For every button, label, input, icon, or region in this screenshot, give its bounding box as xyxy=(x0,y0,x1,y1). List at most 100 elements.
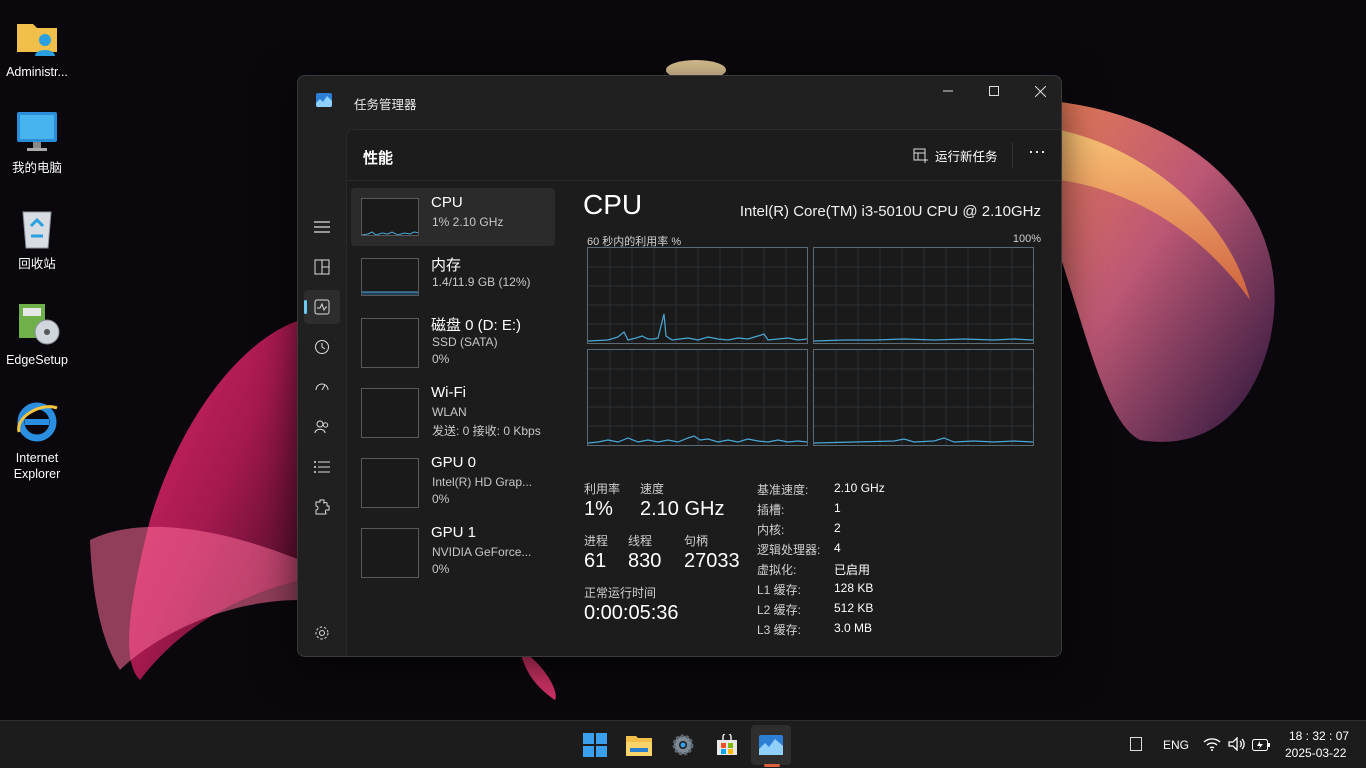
page-title: 性能 xyxy=(363,150,394,167)
spec-label: 基准速度: xyxy=(757,483,809,497)
more-options-button[interactable]: ··· xyxy=(1025,142,1049,166)
perf-item-title: 磁盘 0 (D: E:) xyxy=(431,317,522,334)
performance-page: 性能 运行新任务 ··· CPU 1% 2.10 GHz 内存 1.4/11.9… xyxy=(346,129,1061,656)
threads-label: 线程 xyxy=(628,534,653,548)
desktop-icon-administrator[interactable]: Administr... xyxy=(0,12,74,80)
spec-value: 3.0 MB xyxy=(834,621,873,635)
disk-thumbnail-graph xyxy=(361,318,419,368)
task-manager-window: 任务管理器 性能 运行新任务 ··· CPU 1% 2.10 GHz 内存 1.… xyxy=(297,75,1062,657)
perf-item-gpu0[interactable]: GPU 0 Intel(R) HD Grap... 0% xyxy=(351,448,555,508)
gpu0-thumbnail-graph xyxy=(361,458,419,508)
maximize-button[interactable] xyxy=(971,76,1017,106)
start-button[interactable] xyxy=(575,725,615,765)
clock-date[interactable]: 2025-03-22 xyxy=(1285,746,1346,760)
minimize-button[interactable] xyxy=(925,76,971,106)
task-manager-icon xyxy=(759,735,783,755)
notification-button[interactable] xyxy=(1130,737,1142,756)
spec-label: L3 缓存: xyxy=(757,623,802,637)
spec-value: 1 xyxy=(834,501,841,515)
cpu-model: Intel(R) Core(TM) i3-5010U CPU @ 2.10GHz xyxy=(739,203,1041,220)
speed-value: 2.10 GHz xyxy=(640,498,725,520)
installer-icon xyxy=(13,300,61,348)
desktop-icon-label: EdgeSetup xyxy=(6,353,68,367)
cpu-core-graph-1 xyxy=(587,247,808,344)
threads-value: 830 xyxy=(628,550,662,572)
perf-item-subtitle: NVIDIA GeForce... xyxy=(432,545,532,559)
perf-item-subtitle: 1.4/11.9 GB (12%) xyxy=(432,275,531,289)
settings-icon xyxy=(672,734,694,756)
processes-icon xyxy=(314,259,330,275)
nav-settings[interactable] xyxy=(304,616,340,650)
utilization-value: 1% xyxy=(584,498,613,520)
tray-battery[interactable] xyxy=(1252,738,1270,756)
spec-label: 逻辑处理器: xyxy=(757,543,821,557)
nav-app-history[interactable] xyxy=(304,330,340,364)
notification-icon xyxy=(1130,737,1142,751)
close-button[interactable] xyxy=(1017,76,1061,106)
tray-volume[interactable] xyxy=(1228,736,1246,756)
desktop-icon-edgesetup[interactable]: EdgeSetup xyxy=(0,300,74,368)
taskbar-settings[interactable] xyxy=(663,725,703,765)
perf-item-value: 0% xyxy=(432,562,450,576)
nav-details[interactable] xyxy=(304,450,340,484)
input-language[interactable]: ENG xyxy=(1163,738,1189,752)
nav-users[interactable] xyxy=(304,410,340,444)
nav-menu-button[interactable] xyxy=(304,210,340,244)
header-separator xyxy=(347,180,1061,181)
taskbar-store[interactable] xyxy=(707,725,747,765)
perf-item-gpu1[interactable]: GPU 1 NVIDIA GeForce... 0% xyxy=(351,518,555,578)
cpu-core-graph-2 xyxy=(813,247,1034,344)
nav-processes[interactable] xyxy=(304,250,340,284)
desktop-icon-recycle-bin[interactable]: 回收站 xyxy=(0,204,74,272)
cpu-core-graph-3 xyxy=(587,349,808,446)
spec-value: 512 KB xyxy=(834,601,874,615)
recycle-bin-icon xyxy=(13,204,61,252)
desktop-icon-internet-explorer[interactable]: Internet Explorer xyxy=(0,398,74,482)
cpu-core-graph-4 xyxy=(813,349,1034,446)
navigation-rail xyxy=(298,126,346,656)
volume-icon xyxy=(1228,736,1245,752)
battery-charging-icon xyxy=(1252,739,1270,751)
header-divider xyxy=(1012,142,1013,168)
app-history-icon xyxy=(315,340,329,354)
taskbar-file-explorer[interactable] xyxy=(619,725,659,765)
internet-explorer-icon xyxy=(13,398,61,446)
title-bar[interactable]: 任务管理器 xyxy=(298,76,1061,126)
nav-services[interactable] xyxy=(304,490,340,524)
processes-label: 进程 xyxy=(584,534,609,548)
perf-item-cpu[interactable]: CPU 1% 2.10 GHz xyxy=(351,188,555,246)
perf-item-title: GPU 1 xyxy=(431,524,477,541)
spec-value: 2.10 GHz xyxy=(834,481,885,495)
run-new-task-button[interactable]: 运行新任务 xyxy=(913,146,998,165)
hamburger-icon xyxy=(314,221,330,233)
perf-item-wifi[interactable]: Wi-Fi WLAN 发送: 0 接收: 0 Kbps xyxy=(351,378,555,438)
performance-icon xyxy=(314,299,330,315)
cpu-detail-panel: CPU Intel(R) Core(TM) i3-5010U CPU @ 2.1… xyxy=(583,185,1045,655)
window-title: 任务管理器 xyxy=(354,98,417,112)
active-app-indicator xyxy=(764,764,780,767)
tray-wifi[interactable] xyxy=(1203,737,1221,756)
gpu1-thumbnail-graph xyxy=(361,528,419,578)
taskbar: ENG 18 : 32 : 07 2025-03-22 xyxy=(0,720,1366,768)
clock-time[interactable]: 18 : 32 : 07 xyxy=(1289,729,1349,743)
utilization-label: 利用率 xyxy=(584,482,621,496)
spec-value: 已启用 xyxy=(834,563,871,577)
perf-item-subtitle: Intel(R) HD Grap... xyxy=(432,475,533,489)
perf-item-memory[interactable]: 内存 1.4/11.9 GB (12%) xyxy=(351,248,555,306)
perf-item-title: Wi-Fi xyxy=(431,384,466,401)
wifi-icon xyxy=(1203,738,1221,751)
desktop-icon-my-computer[interactable]: 我的电脑 xyxy=(0,108,74,176)
file-explorer-icon xyxy=(626,736,652,756)
spec-value: 128 KB xyxy=(834,581,874,595)
perf-item-title: GPU 0 xyxy=(431,454,477,471)
perf-item-disk[interactable]: 磁盘 0 (D: E:) SSD (SATA) 0% xyxy=(351,308,555,368)
task-manager-icon xyxy=(316,93,332,107)
startup-icon xyxy=(315,383,329,391)
start-icon xyxy=(583,733,607,757)
nav-performance[interactable] xyxy=(304,290,340,324)
perf-item-value: 发送: 0 接收: 0 Kbps xyxy=(432,424,541,438)
taskbar-task-manager[interactable] xyxy=(751,725,791,765)
nav-startup[interactable] xyxy=(304,370,340,404)
users-icon xyxy=(314,420,329,434)
perf-item-subtitle: WLAN xyxy=(432,405,467,419)
